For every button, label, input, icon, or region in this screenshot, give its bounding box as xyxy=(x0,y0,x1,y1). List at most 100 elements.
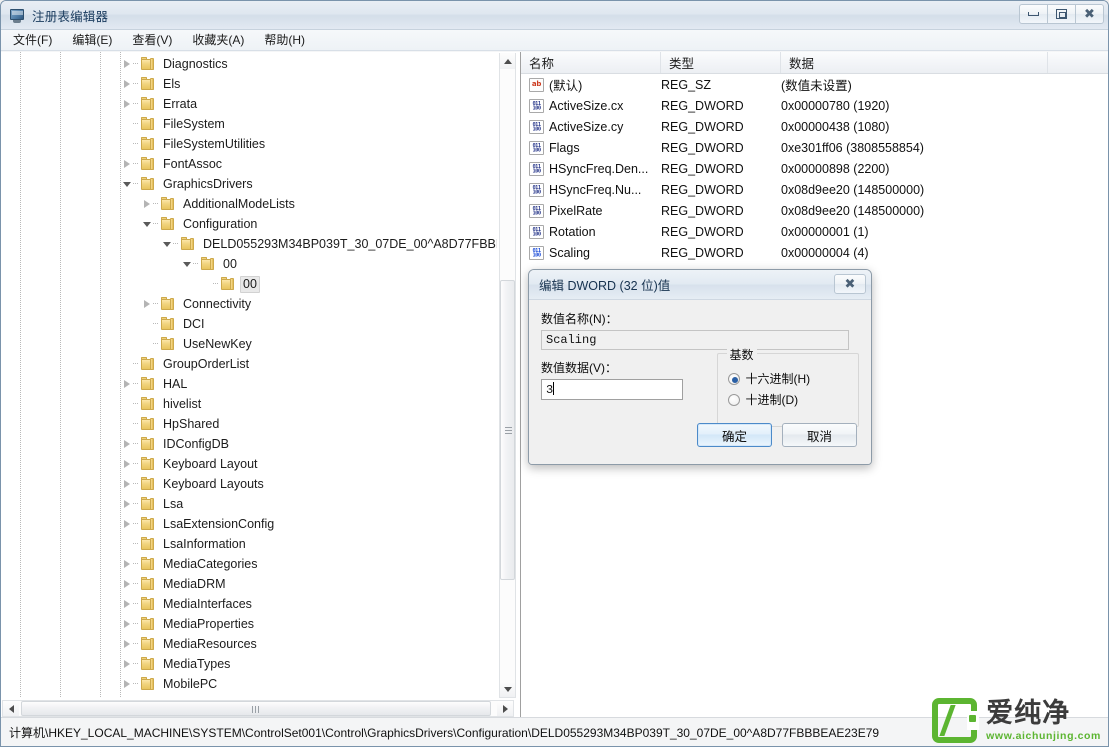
tree-node[interactable]: 00 xyxy=(1,274,497,294)
tree-node-label: MediaDRM xyxy=(163,576,226,591)
listview-row[interactable]: 011 100 HSyncFreq.Den... REG_DWORD 0x0000089… xyxy=(521,158,1108,179)
tree-node[interactable]: Keyboard Layouts xyxy=(1,474,497,494)
tree-node[interactable]: AdditionalModeLists xyxy=(1,194,497,214)
tree-connector-line xyxy=(133,94,140,114)
tree-node[interactable]: UseNewKey xyxy=(1,334,497,354)
tree-node[interactable]: GroupOrderList xyxy=(1,354,497,374)
tree-node[interactable]: FileSystemUtilities xyxy=(1,134,497,154)
tree-node[interactable]: Configuration xyxy=(1,214,497,234)
column-header-type[interactable]: 类型 xyxy=(661,52,781,73)
tree-node[interactable]: Keyboard Layout xyxy=(1,454,497,474)
expand-chevron-icon[interactable] xyxy=(120,614,133,634)
radio-hexadecimal[interactable]: 十六进制(H) xyxy=(727,368,858,389)
expand-chevron-icon[interactable] xyxy=(120,474,133,494)
scrollbar-thumb[interactable] xyxy=(21,701,491,716)
tree-node[interactable]: GraphicsDrivers xyxy=(1,174,497,194)
listview-row[interactable]: 011 100 ActiveSize.cx REG_DWORD 0x00000780 (… xyxy=(521,95,1108,116)
menu-favorites[interactable]: 收藏夹(A) xyxy=(190,30,253,50)
expand-chevron-icon[interactable] xyxy=(140,294,153,314)
collapse-chevron-icon[interactable] xyxy=(140,214,153,234)
listview-row[interactable]: 011 100 Rotation REG_DWORD 0x00000001 (1) xyxy=(521,221,1108,242)
tree-node[interactable]: Errata xyxy=(1,94,497,114)
tree-node[interactable]: FileSystem xyxy=(1,114,497,134)
menu-view[interactable]: 查看(V) xyxy=(130,30,181,50)
tree-node[interactable]: Lsa xyxy=(1,494,497,514)
tree-node[interactable]: IDConfigDB xyxy=(1,434,497,454)
expand-chevron-icon[interactable] xyxy=(120,434,133,454)
expand-chevron-icon[interactable] xyxy=(120,94,133,114)
close-button[interactable]: ✖ xyxy=(1075,4,1104,24)
tree-node[interactable]: MediaCategories xyxy=(1,554,497,574)
tree-node[interactable]: Els xyxy=(1,74,497,94)
menu-help[interactable]: 帮助(H) xyxy=(262,30,314,50)
cancel-button[interactable]: 取消 xyxy=(782,423,857,447)
expand-chevron-icon[interactable] xyxy=(120,154,133,174)
column-header-name[interactable]: 名称 xyxy=(521,52,661,73)
tree-node[interactable]: MediaTypes xyxy=(1,654,497,674)
scroll-up-button[interactable] xyxy=(500,53,515,69)
chevron-right-icon xyxy=(143,300,150,308)
expand-chevron-icon[interactable] xyxy=(120,514,133,534)
expand-chevron-icon[interactable] xyxy=(120,594,133,614)
expand-chevron-icon[interactable] xyxy=(120,74,133,94)
column-header-data[interactable]: 数据 xyxy=(781,52,1048,73)
listview-row[interactable]: 011 100 ActiveSize.cy REG_DWORD 0x00000438 (… xyxy=(521,116,1108,137)
expand-chevron-icon[interactable] xyxy=(120,494,133,514)
minimize-button[interactable] xyxy=(1019,4,1048,24)
scrollbar-thumb[interactable] xyxy=(500,280,515,580)
tree-node[interactable]: hivelist xyxy=(1,394,497,414)
listview-row[interactable]: ab (默认) REG_SZ (数值未设置) xyxy=(521,74,1108,95)
listview-row[interactable]: 011 100 HSyncFreq.Nu... REG_DWORD 0x08d9ee20… xyxy=(521,179,1108,200)
tree-node[interactable]: MediaProperties xyxy=(1,614,497,634)
tree-node-label: Keyboard Layouts xyxy=(163,476,264,491)
tree-node[interactable]: MobilePC xyxy=(1,674,497,694)
listview-row[interactable]: 011 100 Flags REG_DWORD 0xe301ff06 (38085588… xyxy=(521,137,1108,158)
tree-node[interactable]: HAL xyxy=(1,374,497,394)
tree-node[interactable]: Connectivity xyxy=(1,294,497,314)
tree-node[interactable]: LsaInformation xyxy=(1,534,497,554)
expand-chevron-icon[interactable] xyxy=(120,374,133,394)
tree-node[interactable]: DELD055293M34BP039T_30_07DE_00^A8D77FBBB… xyxy=(1,234,497,254)
scroll-left-button[interactable] xyxy=(3,701,19,716)
listview-rows[interactable]: ab (默认) REG_SZ (数值未设置) 011 100 ActiveSize.cx RE… xyxy=(521,74,1108,263)
radio-decimal[interactable]: 十进制(D) xyxy=(727,389,858,410)
ok-button[interactable]: 确定 xyxy=(697,423,772,447)
tree-node[interactable]: HpShared xyxy=(1,414,497,434)
edit-dword-dialog[interactable]: 编辑 DWORD (32 位)值 ✖ 数值名称(N)： Scaling 数值数据… xyxy=(528,269,872,465)
expand-chevron-icon[interactable] xyxy=(120,574,133,594)
expand-chevron-icon[interactable] xyxy=(120,634,133,654)
expand-chevron-icon[interactable] xyxy=(120,554,133,574)
tree-node[interactable]: MediaResources xyxy=(1,634,497,654)
value-data-input[interactable]: 3 xyxy=(541,379,683,400)
menu-file[interactable]: 文件(F) xyxy=(11,30,61,50)
tree-node[interactable]: MediaDRM xyxy=(1,574,497,594)
expand-chevron-icon[interactable] xyxy=(120,674,133,694)
registry-tree[interactable]: Diagnostics Els Errata FileSystem FileSystem… xyxy=(1,52,497,697)
expand-chevron-icon[interactable] xyxy=(120,54,133,74)
collapse-chevron-icon[interactable] xyxy=(180,254,193,274)
expand-chevron-icon[interactable] xyxy=(120,454,133,474)
listview-row[interactable]: 011 100 PixelRate REG_DWORD 0x08d9ee20 (1485… xyxy=(521,200,1108,221)
value-name-input[interactable]: Scaling xyxy=(541,330,849,350)
collapse-chevron-icon[interactable] xyxy=(120,174,133,194)
menu-edit[interactable]: 编辑(E) xyxy=(70,30,121,50)
collapse-chevron-icon[interactable] xyxy=(160,234,173,254)
scroll-right-button[interactable] xyxy=(497,701,513,716)
expand-chevron-icon[interactable] xyxy=(120,654,133,674)
tree-node[interactable]: FontAssoc xyxy=(1,154,497,174)
tree-node[interactable]: MediaInterfaces xyxy=(1,594,497,614)
expand-chevron-icon[interactable] xyxy=(140,194,153,214)
tree-vertical-scrollbar[interactable] xyxy=(499,53,516,698)
scroll-down-button[interactable] xyxy=(500,681,515,697)
tree-horizontal-scrollbar[interactable] xyxy=(2,700,514,717)
listview-row[interactable]: 011 100 Scaling REG_DWORD 0x00000004 (4) xyxy=(521,242,1108,263)
tree-node-label: MediaCategories xyxy=(163,556,258,571)
registry-tree-pane[interactable]: Diagnostics Els Errata FileSystem FileSystem… xyxy=(1,52,521,719)
tree-connector-line xyxy=(133,534,140,554)
dialog-close-button[interactable]: ✖ xyxy=(834,274,866,294)
tree-node[interactable]: DCI xyxy=(1,314,497,334)
maximize-button[interactable] xyxy=(1047,4,1076,24)
tree-node[interactable]: LsaExtensionConfig xyxy=(1,514,497,534)
tree-node[interactable]: 00 xyxy=(1,254,497,274)
tree-node[interactable]: Diagnostics xyxy=(1,54,497,74)
